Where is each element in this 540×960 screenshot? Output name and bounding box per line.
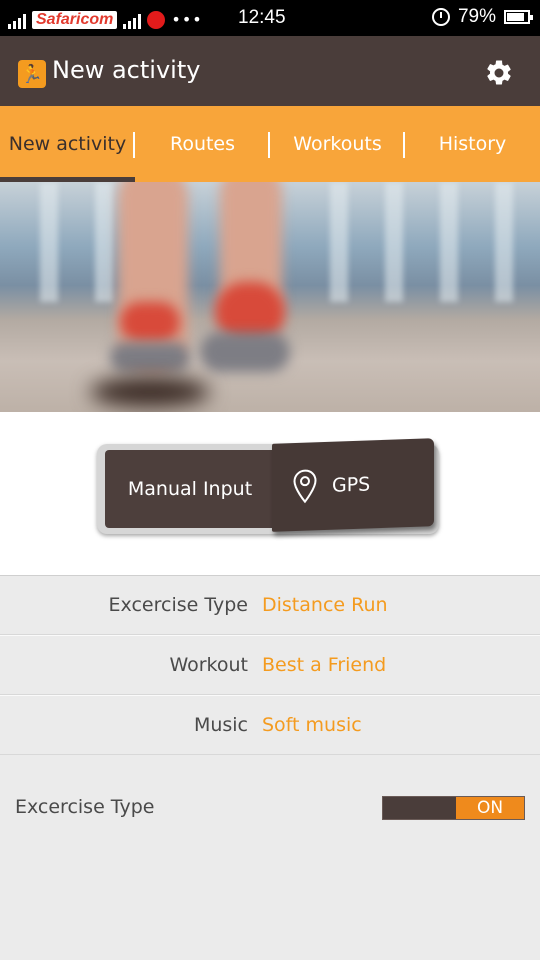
setting-value: Distance Run: [262, 594, 388, 616]
page-title: New activity: [52, 56, 201, 84]
signal-icon: [8, 13, 26, 29]
setting-label: Excercise Type: [108, 594, 248, 616]
tab-label: History: [438, 133, 507, 155]
status-left: Safaricom •••: [8, 7, 203, 29]
settings-list: Excercise Type Distance Run Workout Best…: [0, 575, 540, 755]
status-right: 79%: [431, 6, 533, 28]
setting-label: Workout: [169, 654, 248, 676]
gear-icon[interactable]: [484, 58, 514, 88]
tab-bar: New activity Routes Workouts History: [0, 106, 540, 182]
tab-new-activity[interactable]: New activity: [0, 106, 135, 182]
toggle-state: ON: [456, 797, 524, 819]
settings-row-exercise-type[interactable]: Excercise Type Distance Run: [0, 575, 540, 635]
manual-input-label: Manual Input: [127, 478, 253, 500]
settings-row-music[interactable]: Music Soft music: [0, 695, 540, 755]
setting-value: Best a Friend: [262, 654, 387, 676]
gps-button[interactable]: GPS: [272, 438, 434, 532]
hero-image: [0, 182, 540, 412]
signal-icon-2: [123, 13, 142, 29]
alarm-icon: [431, 8, 450, 26]
toggle-row: Excercise Type ON: [0, 780, 540, 836]
battery-percent: 79%: [457, 6, 496, 27]
tab-label: Workouts: [293, 133, 382, 155]
setting-label: Music: [193, 714, 248, 736]
tab-history[interactable]: History: [405, 106, 540, 182]
setting-value: Soft music: [262, 714, 362, 736]
tab-label: New activity: [8, 133, 127, 155]
tab-workouts[interactable]: Workouts: [270, 106, 405, 182]
carrier-name: Safaricom: [32, 11, 118, 29]
gps-label: GPS: [332, 473, 371, 497]
tab-routes[interactable]: Routes: [135, 106, 270, 182]
manual-input-button[interactable]: Manual Input: [105, 450, 275, 528]
app-bar: 🏃 New activity: [0, 36, 540, 106]
settings-row-workout[interactable]: Workout Best a Friend: [0, 635, 540, 695]
status-time: 12:45: [238, 7, 286, 28]
toggle-label: Excercise Type: [15, 796, 155, 818]
tab-label: Routes: [169, 133, 236, 155]
runner-icon: 🏃: [18, 60, 46, 88]
battery-icon: [504, 10, 533, 24]
airtel-icon: [147, 11, 166, 29]
more-dots-icon: •••: [171, 10, 203, 29]
status-bar: Safaricom ••• 12:45 79%: [0, 0, 540, 36]
on-off-toggle[interactable]: ON: [382, 796, 525, 820]
location-pin-icon: [293, 469, 317, 504]
